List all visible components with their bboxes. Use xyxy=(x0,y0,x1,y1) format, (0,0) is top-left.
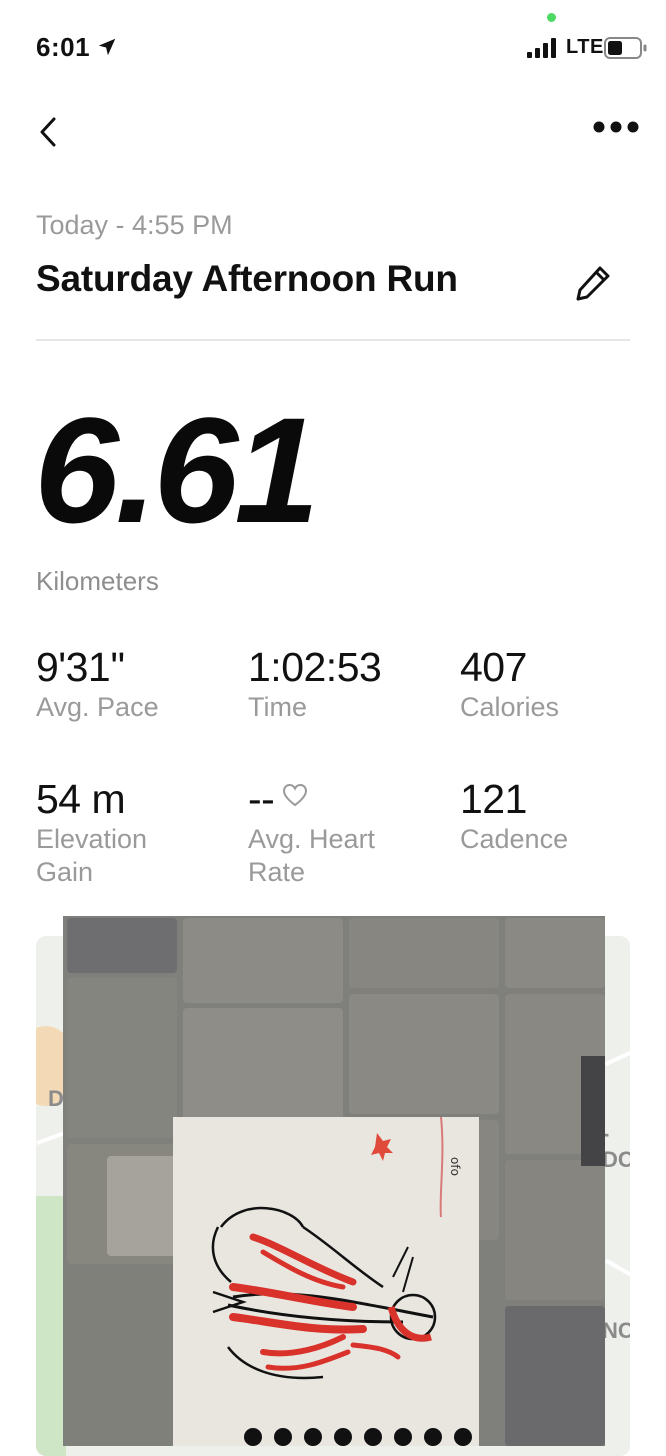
status-time: 6:01 xyxy=(36,32,91,62)
status-bar: 6:01 LTE xyxy=(0,0,666,90)
heart-outline-icon xyxy=(283,783,308,806)
stat-label: Avg. Pace xyxy=(36,692,159,723)
privacy-indicator-dot xyxy=(547,13,556,22)
map-park-area xyxy=(36,1196,66,1456)
map-street-label: NC xyxy=(602,1318,630,1343)
stat-cadence: 121 Cadence xyxy=(460,776,650,856)
stat-label: Cadence xyxy=(460,824,569,855)
map-road xyxy=(36,1130,66,1146)
back-button[interactable] xyxy=(30,110,66,154)
stat-label: Calories xyxy=(460,692,560,723)
sketch-drawing: ofo xyxy=(211,1117,472,1446)
cellular-signal-icon xyxy=(527,38,556,58)
map-road xyxy=(604,1049,630,1067)
stat-label: Elevation Gain xyxy=(36,824,148,887)
activity-date: Today - 4:55 PM xyxy=(36,210,233,240)
more-options-button[interactable] xyxy=(590,112,642,142)
network-type: LTE xyxy=(566,36,604,58)
stat-value: 9'31'' xyxy=(36,644,125,690)
stat-value: 121 xyxy=(460,776,527,822)
stat-calories: 407 Calories xyxy=(460,644,650,724)
map-road xyxy=(605,1258,630,1278)
photo-overlay: ofo xyxy=(63,916,605,1446)
pencil-icon xyxy=(576,266,610,301)
sketch-paper: ofo xyxy=(173,1117,479,1446)
stat-avg-heart-rate: -- Avg. Heart Rate xyxy=(248,776,418,888)
stat-elevation-gain: 54 m Elevation Gain xyxy=(36,776,206,888)
svg-text:ofo: ofo xyxy=(448,1157,462,1176)
stat-value: 1:02:53 xyxy=(248,644,382,690)
stat-value: 407 xyxy=(460,644,527,690)
stat-label: Avg. Heart Rate xyxy=(248,824,376,887)
header-divider xyxy=(36,339,630,341)
more-horizontal-icon xyxy=(593,121,639,133)
map-street-label: -DC xyxy=(602,1121,630,1172)
map-street-label: D xyxy=(48,1086,64,1111)
stat-value: 54 m xyxy=(36,776,126,822)
stat-avg-pace: 9'31'' Avg. Pace xyxy=(36,644,226,724)
battery-icon xyxy=(604,37,647,59)
location-arrow-icon xyxy=(98,38,116,56)
activity-title: Saturday Afternoon Run xyxy=(36,258,458,299)
stat-value: -- xyxy=(248,776,275,822)
stat-label: Time xyxy=(248,692,307,723)
chevron-left-icon xyxy=(40,117,56,147)
edit-title-button[interactable] xyxy=(570,260,616,306)
stat-time: 1:02:53 Time xyxy=(248,644,438,724)
distance-value: 6.61 xyxy=(34,386,320,554)
distance-unit: Kilometers xyxy=(36,566,159,596)
